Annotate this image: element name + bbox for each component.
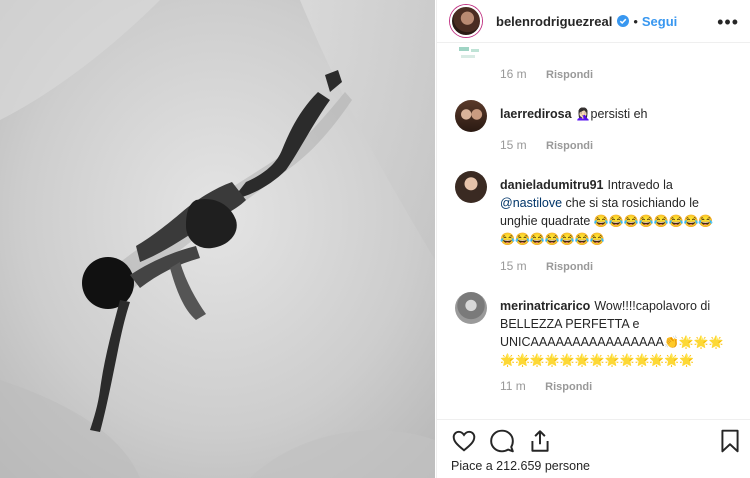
comment-meta: 16 m Rispondi bbox=[500, 67, 593, 81]
comment-body: merinatricarico Wow!!!!capolavoro di BELL… bbox=[500, 297, 725, 369]
commenter-username[interactable]: danieladumitru91 bbox=[500, 178, 604, 192]
comment-item: laerredirosa 🤦🏻‍♀️persisti eh bbox=[455, 100, 735, 160]
comment-time: 15 m bbox=[500, 138, 527, 152]
comment-emoji: 🤦🏻‍♀️ bbox=[575, 107, 591, 121]
beach-photo-image bbox=[0, 0, 435, 478]
comment-time: 11 m bbox=[500, 379, 526, 393]
partial-comment-avatar bbox=[459, 47, 479, 58]
comment-time: 16 m bbox=[500, 67, 527, 81]
comment-time: 15 m bbox=[500, 259, 527, 273]
post-side-panel: belenrodriguezreal • Segui ••• 16 m Risp… bbox=[436, 0, 750, 478]
comment-icon[interactable] bbox=[489, 428, 515, 454]
comment-body: laerredirosa 🤦🏻‍♀️persisti eh bbox=[500, 105, 725, 123]
share-icon[interactable] bbox=[527, 428, 553, 454]
post-photo[interactable] bbox=[0, 0, 435, 478]
author-avatar[interactable] bbox=[450, 5, 482, 37]
comment-body: danieladumitru91 Intravedo la @nastilove … bbox=[500, 176, 725, 248]
comment-meta: 15 m Rispondi bbox=[500, 138, 593, 152]
comment-mention-link[interactable]: @nastilove bbox=[500, 196, 562, 210]
follow-button[interactable]: Segui bbox=[642, 14, 677, 29]
header-separator: • bbox=[633, 13, 638, 29]
comment-item: danieladumitru91 Intravedo la @nastilove … bbox=[455, 171, 735, 271]
post-actions-bar bbox=[437, 419, 750, 459]
commenter-avatar[interactable] bbox=[455, 100, 487, 132]
more-icon[interactable]: ••• bbox=[717, 12, 739, 33]
bookmark-icon[interactable] bbox=[717, 428, 743, 454]
comment-meta: 15 m Rispondi bbox=[500, 259, 593, 273]
commenter-avatar[interactable] bbox=[455, 292, 487, 324]
reply-button[interactable]: Rispondi bbox=[546, 140, 593, 152]
commenter-username[interactable]: merinatricarico bbox=[500, 299, 590, 313]
comment-text: persisti eh bbox=[590, 107, 648, 121]
comment-meta: 11 m Rispondi bbox=[500, 379, 592, 393]
reply-button[interactable]: Rispondi bbox=[545, 381, 592, 393]
comments-list[interactable]: 16 m Rispondi laerredirosa 🤦🏻‍♀️persisti … bbox=[437, 43, 750, 419]
likes-count[interactable]: Piace a 212.659 persone bbox=[451, 459, 590, 473]
comment-item: merinatricarico Wow!!!!capolavoro di BELL… bbox=[455, 292, 735, 382]
commenter-avatar[interactable] bbox=[455, 171, 487, 203]
verified-icon bbox=[617, 15, 630, 27]
reply-button[interactable]: Rispondi bbox=[546, 69, 593, 81]
heart-icon[interactable] bbox=[451, 428, 477, 454]
commenter-username[interactable]: laerredirosa bbox=[500, 107, 572, 121]
author-username[interactable]: belenrodriguezreal bbox=[496, 14, 612, 29]
post-header: belenrodriguezreal • Segui ••• bbox=[437, 0, 750, 42]
reply-button[interactable]: Rispondi bbox=[546, 261, 593, 273]
comment-text: Intravedo la bbox=[607, 178, 673, 192]
